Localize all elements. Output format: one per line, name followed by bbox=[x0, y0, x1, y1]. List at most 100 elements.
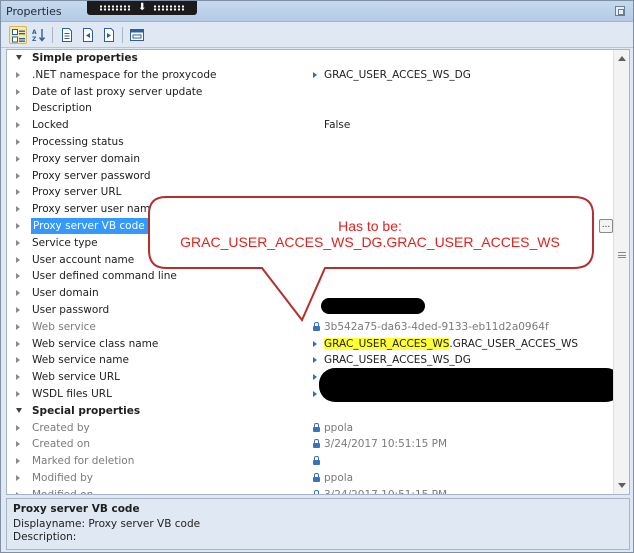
expand-arrow-icon[interactable] bbox=[16, 155, 20, 162]
property-name: Web service bbox=[32, 320, 96, 333]
expand-arrow-icon[interactable] bbox=[16, 122, 20, 129]
expand-arrow-icon[interactable] bbox=[16, 340, 20, 347]
property-name: Proxy server URL bbox=[32, 186, 122, 199]
expand-arrow-icon[interactable] bbox=[16, 206, 20, 213]
collapse-arrow-icon[interactable] bbox=[16, 407, 22, 413]
property-row-readonly[interactable]: Created on 3/24/2017 10:51:15 PM bbox=[7, 436, 613, 453]
property-row[interactable]: Processing status bbox=[7, 134, 613, 151]
title-bar[interactable]: Properties ⬇ bbox=[1, 1, 633, 22]
expand-arrow-icon[interactable] bbox=[16, 239, 20, 246]
property-row[interactable]: Web service name GRAC_USER_ACCES_WS_DG bbox=[7, 352, 613, 369]
property-row-readonly[interactable]: Web service 3b542a75-da63-4ded-9133-eb11… bbox=[7, 319, 613, 336]
property-value[interactable]: False bbox=[324, 117, 350, 133]
category-label: Simple properties bbox=[32, 52, 138, 64]
description-title: Proxy server VB code bbox=[13, 503, 140, 515]
toolbar-separator bbox=[122, 27, 123, 43]
window-title: Properties bbox=[6, 5, 62, 18]
page-icon[interactable] bbox=[58, 26, 76, 44]
property-row[interactable]: Locked False bbox=[7, 117, 613, 134]
property-row[interactable]: Proxy server domain bbox=[7, 151, 613, 168]
collapse-arrow-icon[interactable] bbox=[16, 55, 22, 60]
expand-arrow-icon[interactable] bbox=[16, 172, 20, 179]
property-row[interactable]: User account name bbox=[7, 252, 613, 269]
property-name: Locked bbox=[32, 119, 69, 132]
category-simple-properties[interactable]: Simple properties bbox=[7, 50, 613, 67]
category-label: Special properties bbox=[32, 404, 141, 417]
property-row-readonly[interactable]: Modified on 3/24/2017 10:51:15 PM bbox=[7, 487, 613, 495]
redacted-value bbox=[319, 368, 622, 402]
expand-arrow-icon[interactable] bbox=[16, 139, 20, 145]
property-row[interactable]: Proxy server URL bbox=[7, 184, 613, 201]
expand-arrow-icon[interactable] bbox=[16, 458, 20, 465]
callout-line-2: GRAC_USER_ACCES_WS_DG.GRAC_USER_ACCES_WS bbox=[180, 234, 560, 250]
page-forward-icon[interactable] bbox=[100, 26, 118, 44]
expand-arrow-icon[interactable] bbox=[16, 323, 20, 330]
lock-icon bbox=[313, 321, 320, 331]
toolbar: AZ bbox=[1, 23, 633, 48]
link-arrow-icon bbox=[313, 391, 317, 397]
property-name: Modified by bbox=[32, 472, 94, 484]
property-value: ppola bbox=[324, 472, 354, 484]
expand-arrow-icon[interactable] bbox=[16, 374, 20, 381]
expand-arrow-icon[interactable] bbox=[16, 273, 20, 280]
scroll-up-icon[interactable] bbox=[618, 56, 626, 61]
expand-arrow-icon[interactable] bbox=[16, 189, 20, 196]
property-value[interactable]: GRAC_USER_ACCES_WS_DG bbox=[324, 67, 471, 83]
property-value: ppola bbox=[324, 421, 354, 434]
property-row[interactable]: User defined command line bbox=[7, 268, 613, 285]
callout-line-1: Has to be: bbox=[338, 218, 402, 234]
expand-arrow-icon[interactable] bbox=[16, 491, 20, 494]
expand-arrow-icon[interactable] bbox=[16, 290, 20, 297]
property-name: Proxy server user name bbox=[32, 203, 157, 216]
lock-icon bbox=[313, 422, 320, 432]
lock-icon bbox=[313, 439, 320, 449]
scroll-down-icon[interactable] bbox=[618, 483, 626, 488]
property-row[interactable]: Proxy server password bbox=[7, 168, 613, 185]
expand-arrow-icon[interactable] bbox=[16, 71, 20, 78]
property-pages-icon[interactable] bbox=[128, 26, 146, 44]
property-row[interactable]: Web service class name GRAC_USER_ACCES_W… bbox=[7, 336, 613, 353]
link-arrow-icon bbox=[313, 340, 317, 347]
category-special-properties[interactable]: Special properties bbox=[7, 403, 613, 420]
expand-arrow-icon[interactable] bbox=[16, 357, 20, 364]
property-row[interactable]: User password bbox=[7, 302, 613, 319]
lock-icon bbox=[313, 473, 320, 482]
expand-arrow-icon[interactable] bbox=[16, 424, 20, 431]
expand-arrow-icon[interactable] bbox=[16, 105, 20, 112]
property-row-readonly[interactable]: Modified by ppola bbox=[7, 470, 613, 487]
lock-icon bbox=[313, 489, 320, 494]
link-arrow-icon bbox=[313, 71, 317, 78]
description-text: Description: bbox=[13, 531, 77, 543]
pin-icon[interactable] bbox=[615, 6, 625, 16]
highlighted-text: GRAC_USER_ACCES_WS bbox=[324, 337, 450, 350]
expand-arrow-icon[interactable] bbox=[16, 441, 20, 448]
scroll-grip-icon[interactable] bbox=[618, 252, 626, 258]
property-row[interactable]: .NET namespace for the proxycode GRAC_US… bbox=[7, 67, 613, 84]
value-text: .GRAC_USER_ACCES_WS bbox=[449, 337, 579, 350]
property-row[interactable]: Date of last proxy server update bbox=[7, 84, 613, 101]
description-pane: Proxy server VB code Displayname: Proxy … bbox=[6, 498, 630, 550]
property-row[interactable]: Proxy server user name bbox=[7, 201, 613, 218]
property-name: Proxy server domain bbox=[32, 152, 140, 165]
property-value: 3b542a75-da63-4ded-9133-eb11d2a0964f bbox=[324, 320, 549, 333]
property-row-readonly[interactable]: Marked for deletion bbox=[7, 453, 613, 470]
expand-arrow-icon[interactable] bbox=[16, 88, 20, 95]
categorized-icon[interactable] bbox=[9, 26, 27, 44]
ellipsis-button[interactable]: ... bbox=[599, 219, 613, 233]
expand-arrow-icon[interactable] bbox=[16, 256, 20, 263]
property-value: 3/24/2017 10:51:15 PM bbox=[324, 488, 448, 495]
expand-arrow-icon[interactable] bbox=[16, 307, 20, 313]
property-row[interactable]: User domain bbox=[7, 285, 613, 302]
expand-arrow-icon[interactable] bbox=[16, 475, 20, 481]
property-row[interactable]: Description bbox=[7, 100, 613, 117]
page-back-icon[interactable] bbox=[79, 26, 97, 44]
expand-arrow-icon[interactable] bbox=[16, 223, 20, 229]
drag-handle[interactable]: ⬇ bbox=[87, 1, 197, 15]
expand-arrow-icon[interactable] bbox=[16, 391, 20, 397]
property-value[interactable]: GRAC_USER_ACCES_WS_DG bbox=[324, 352, 471, 368]
property-row-readonly[interactable]: Created by ppola bbox=[7, 420, 613, 437]
alphabetical-icon[interactable]: AZ bbox=[30, 26, 48, 44]
vertical-scrollbar[interactable] bbox=[613, 50, 629, 494]
property-value[interactable]: GRAC_USER_ACCES_WS.GRAC_USER_ACCES_WS bbox=[324, 336, 578, 352]
property-name: Web service class name bbox=[32, 337, 159, 350]
